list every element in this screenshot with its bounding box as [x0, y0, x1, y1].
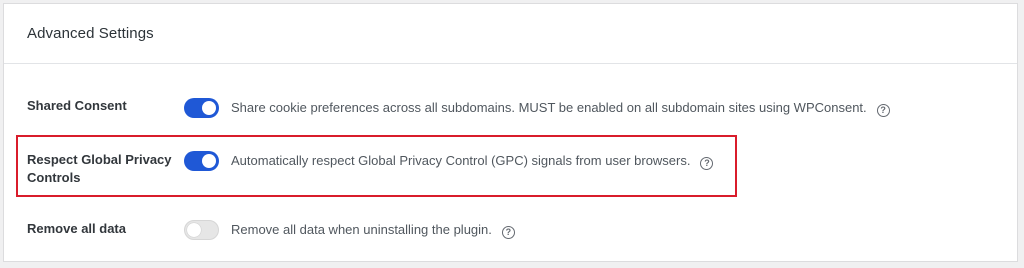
panel-title: Advanced Settings [27, 25, 154, 42]
setting-label: Remove all data [27, 221, 126, 236]
shared-consent-toggle[interactable] [184, 98, 219, 118]
setting-description-text: Remove all data when uninstalling the pl… [231, 222, 492, 237]
highlight-annotation-box [16, 135, 737, 197]
toggle-knob [187, 223, 201, 237]
setting-description: Remove all data when uninstalling the pl… [231, 221, 515, 239]
question-circle-icon[interactable]: ? [876, 104, 890, 117]
setting-description: Share cookie preferences across all subd… [231, 99, 890, 117]
setting-description-text: Share cookie preferences across all subd… [231, 100, 867, 115]
advanced-settings-panel: Advanced Settings Shared Consent Share c… [3, 3, 1018, 262]
panel-header: Advanced Settings [4, 4, 1017, 64]
toggle-knob [202, 101, 216, 115]
remove-all-data-toggle[interactable] [184, 220, 219, 240]
setting-label: Shared Consent [27, 98, 127, 113]
question-circle-icon[interactable]: ? [501, 226, 515, 239]
